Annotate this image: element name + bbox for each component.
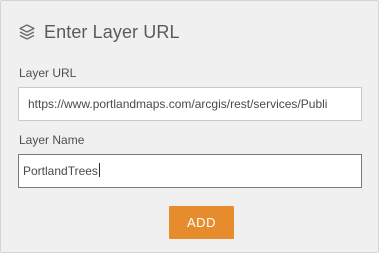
add-button[interactable]: ADD — [169, 206, 234, 239]
layer-name-value: PortlandTrees — [23, 164, 98, 178]
layer-name-input[interactable]: PortlandTrees — [18, 154, 362, 188]
layer-url-input[interactable]: https://www.portlandmaps.com/arcgis/rest… — [18, 87, 362, 121]
layer-url-value: https://www.portlandmaps.com/arcgis/rest… — [28, 97, 328, 111]
page-title: Enter Layer URL — [44, 21, 180, 42]
layer-url-label: Layer URL — [19, 66, 77, 80]
text-caret — [98, 163, 100, 177]
enter-layer-url-panel: Enter Layer URL Layer URL https://www.po… — [0, 0, 379, 253]
layer-name-label: Layer Name — [19, 133, 85, 147]
layers-icon — [18, 23, 36, 41]
panel-header: Enter Layer URL — [18, 19, 180, 45]
